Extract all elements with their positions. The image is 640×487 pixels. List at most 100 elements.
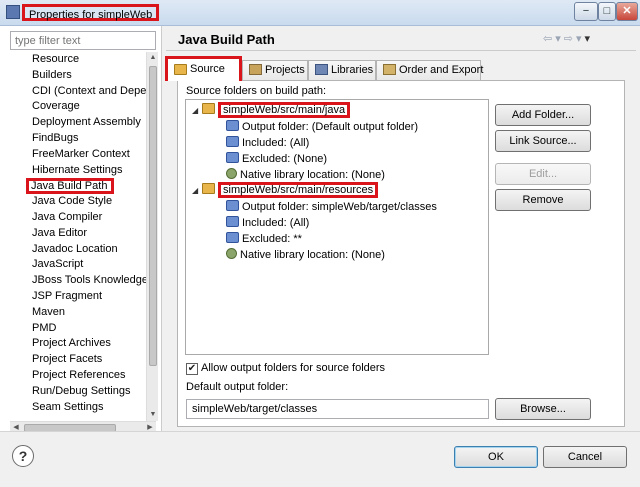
forward-arrow-icon[interactable]: ⇨ — [564, 33, 576, 45]
included-filter-icon — [226, 216, 239, 227]
included-filter-icon — [226, 136, 239, 147]
source-folders-label: Source folders on build path: — [186, 85, 327, 97]
tab-source-label: Source — [190, 63, 225, 75]
maximize-button[interactable]: □ — [598, 2, 616, 21]
vertical-scroll-thumb[interactable] — [149, 66, 157, 366]
tab-order-and-export-label: Order and Export — [399, 64, 484, 76]
page-title: Java Build Path — [178, 32, 275, 47]
source-folder-label: simpleWeb/src/main/java — [218, 102, 351, 118]
dropdown-icon[interactable]: ▾ — [576, 33, 585, 45]
excluded-filter-icon — [226, 232, 239, 243]
edit-button[interactable]: Edit... — [495, 163, 591, 185]
tree-item-freemarker-context[interactable]: FreeMarker Context — [10, 147, 146, 163]
output-folder-icon — [226, 120, 239, 131]
tree-item-project-facets[interactable]: Project Facets — [10, 352, 146, 368]
native-library-icon — [226, 248, 237, 259]
order-export-icon — [383, 64, 396, 75]
tree-item-java-build-path[interactable]: Java Build Path — [10, 178, 146, 195]
folder-child-included[interactable]: Included: (All) — [226, 135, 309, 151]
collapse-icon[interactable]: ◢ — [192, 103, 202, 119]
link-source-button[interactable]: Link Source... — [495, 130, 591, 152]
folder-child-excluded[interactable]: Excluded: ** — [226, 231, 302, 247]
browse-button[interactable]: Browse... — [495, 398, 591, 420]
package-folder-icon — [202, 103, 215, 114]
ok-button[interactable]: OK — [454, 446, 538, 468]
tree-item-seam-settings[interactable]: Seam Settings — [10, 400, 146, 416]
tree-item-java-editor[interactable]: Java Editor — [10, 226, 146, 242]
output-folder-icon — [226, 200, 239, 211]
cancel-button[interactable]: Cancel — [543, 446, 627, 468]
collapse-icon[interactable]: ◢ — [192, 183, 202, 199]
property-page-tree: Resource Builders CDI (Context and Deper… — [10, 52, 146, 421]
projects-icon — [249, 64, 262, 75]
tree-item-java-build-path-label: Java Build Path — [26, 178, 115, 195]
native-library-icon — [226, 168, 237, 179]
folder-child-output[interactable]: Output folder: (Default output folder) — [226, 119, 418, 135]
view-menu-icon[interactable]: ▾ — [585, 33, 594, 45]
tab-order-and-export[interactable]: Order and Export — [376, 60, 484, 80]
package-folder-icon — [202, 183, 215, 194]
filter-input[interactable] — [10, 31, 156, 50]
app-icon — [6, 5, 20, 19]
tree-item-jsp-fragment[interactable]: JSP Fragment — [10, 289, 146, 305]
source-folder-label: simpleWeb/src/main/resources — [218, 182, 379, 198]
scroll-up-icon[interactable]: ▲ — [147, 52, 159, 64]
back-arrow-icon[interactable]: ⇦ — [543, 33, 555, 45]
tree-item-project-references[interactable]: Project References — [10, 368, 146, 384]
tab-projects[interactable]: Projects — [242, 60, 308, 80]
tree-item-pmd[interactable]: PMD — [10, 321, 146, 337]
source-folder-icon — [174, 64, 187, 75]
tree-item-resource[interactable]: Resource — [10, 52, 146, 68]
folder-child-included[interactable]: Included: (All) — [226, 215, 309, 231]
close-button[interactable]: ✕ — [616, 2, 638, 21]
tab-source[interactable]: Source — [165, 56, 242, 81]
folder-child-output[interactable]: Output folder: simpleWeb/target/classes — [226, 199, 437, 215]
source-folder-resources[interactable]: ◢ simpleWeb/src/main/resources — [192, 182, 379, 199]
add-folder-button[interactable]: Add Folder... — [495, 104, 591, 126]
scroll-down-icon[interactable]: ▼ — [147, 409, 159, 421]
allow-output-folders-label[interactable]: Allow output folders for source folders — [201, 362, 385, 374]
tree-item-javadoc-location[interactable]: Javadoc Location — [10, 242, 146, 258]
child-label: Excluded: ** — [242, 233, 302, 245]
child-label: Output folder: (Default output folder) — [242, 121, 419, 133]
folder-child-excluded[interactable]: Excluded: (None) — [226, 151, 327, 167]
child-label: Included: (All) — [242, 217, 310, 229]
child-label: Output folder: simpleWeb/target/classes — [242, 201, 437, 213]
tree-item-coverage[interactable]: Coverage — [10, 99, 146, 115]
default-output-field[interactable]: simpleWeb/target/classes — [186, 399, 489, 419]
properties-navigation: Resource Builders CDI (Context and Deper… — [0, 26, 162, 433]
tree-item-hibernate-settings[interactable]: Hibernate Settings — [10, 163, 146, 179]
source-folder-java[interactable]: ◢ simpleWeb/src/main/java — [192, 102, 351, 119]
title-bar: Properties for simpleWeb − □ ✕ — [0, 0, 640, 26]
source-folder-tree[interactable]: ◢ simpleWeb/src/main/java Output folder: … — [185, 99, 489, 355]
default-output-label: Default output folder: — [186, 381, 289, 393]
tree-item-jboss-tools-knowledge[interactable]: JBoss Tools Knowledge — [10, 273, 146, 289]
minimize-button[interactable]: − — [574, 2, 598, 21]
tree-vertical-scrollbar[interactable]: ▲ ▼ — [146, 52, 158, 421]
folder-child-native-library[interactable]: Native library location: (None) — [226, 247, 385, 263]
child-label: Excluded: (None) — [242, 153, 327, 165]
child-label: Native library location: (None) — [240, 249, 385, 261]
tab-libraries[interactable]: Libraries — [308, 60, 376, 80]
tree-item-run-debug-settings[interactable]: Run/Debug Settings — [10, 384, 146, 400]
tree-item-deployment-assembly[interactable]: Deployment Assembly — [10, 115, 146, 131]
tree-item-maven[interactable]: Maven — [10, 305, 146, 321]
window-title: Properties for simpleWeb — [22, 4, 160, 21]
tree-item-java-code-style[interactable]: Java Code Style — [10, 194, 146, 210]
tree-item-cdi[interactable]: CDI (Context and Deper — [10, 84, 146, 100]
remove-button[interactable]: Remove — [495, 189, 591, 211]
tree-item-project-archives[interactable]: Project Archives — [10, 336, 146, 352]
help-icon[interactable]: ? — [12, 445, 34, 467]
child-label: Native library location: (None) — [240, 169, 385, 181]
libraries-icon — [315, 64, 328, 75]
allow-output-folders-checkbox[interactable]: ✔ — [186, 363, 198, 375]
dropdown-icon[interactable]: ▾ — [555, 33, 564, 45]
child-label: Included: (All) — [242, 137, 310, 149]
tab-projects-label: Projects — [265, 64, 305, 76]
tree-item-java-compiler[interactable]: Java Compiler — [10, 210, 146, 226]
folder-child-native-library[interactable]: Native library location: (None) — [226, 167, 385, 183]
title-separator — [166, 50, 636, 51]
tree-item-javascript[interactable]: JavaScript — [10, 257, 146, 273]
tree-item-builders[interactable]: Builders — [10, 68, 146, 84]
tree-item-findbugs[interactable]: FindBugs — [10, 131, 146, 147]
